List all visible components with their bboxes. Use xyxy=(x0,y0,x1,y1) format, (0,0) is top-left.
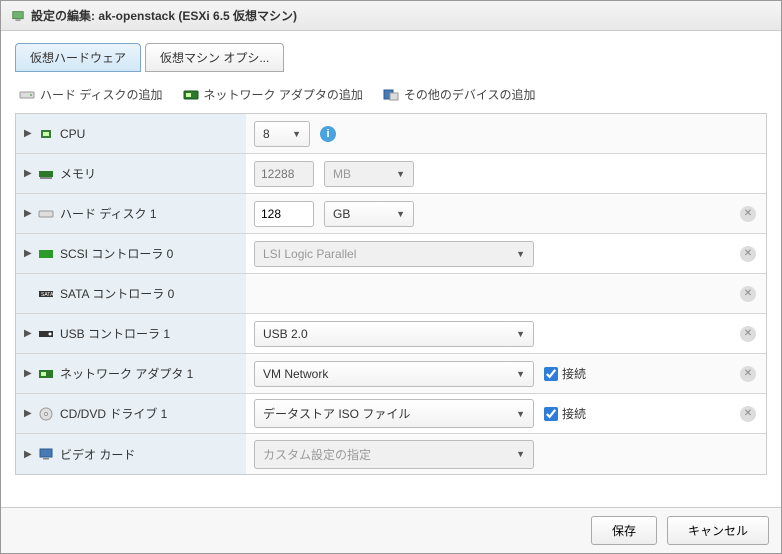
nic-icon xyxy=(38,367,54,381)
scsi-type-select[interactable]: LSI Logic Parallel▼ xyxy=(254,241,534,267)
sata-icon: SATA xyxy=(38,287,54,301)
disk-icon xyxy=(38,207,54,221)
cd-connect-checkbox[interactable]: 接続 xyxy=(544,405,586,422)
save-button[interactable]: 保存 xyxy=(591,516,657,545)
video-icon xyxy=(38,447,54,461)
memory-label: メモリ xyxy=(60,165,96,182)
remove-nic-button[interactable]: ✕ xyxy=(740,366,756,382)
svg-text:SATA: SATA xyxy=(41,292,54,298)
memory-unit-select[interactable]: MB▼ xyxy=(324,161,414,187)
usb-label: USB コントローラ 1 xyxy=(60,325,170,342)
disk-size-input[interactable] xyxy=(254,201,314,227)
cancel-button[interactable]: キャンセル xyxy=(667,516,769,545)
add-nic-label: ネットワーク アダプタの追加 xyxy=(204,86,363,103)
video-label: ビデオ カード xyxy=(60,446,135,463)
expand-usb[interactable]: ▶ xyxy=(24,328,32,339)
remove-cd-button[interactable]: ✕ xyxy=(740,406,756,422)
remove-scsi-button[interactable]: ✕ xyxy=(740,246,756,262)
usb-type-select[interactable]: USB 2.0▼ xyxy=(254,321,534,347)
cpu-icon xyxy=(38,127,54,141)
expand-cd[interactable]: ▶ xyxy=(24,408,32,419)
cpu-label: CPU xyxy=(60,127,85,141)
expand-cpu[interactable]: ▶ xyxy=(24,128,32,139)
expand-scsi[interactable]: ▶ xyxy=(24,248,32,259)
footer: 保存 キャンセル xyxy=(1,507,781,553)
nic-icon xyxy=(183,88,199,102)
expand-nic[interactable]: ▶ xyxy=(24,368,32,379)
cpu-select[interactable]: 8▼ xyxy=(254,121,310,147)
scsi-icon xyxy=(38,247,54,261)
remove-disk-button[interactable]: ✕ xyxy=(740,206,756,222)
other-device-icon xyxy=(383,88,399,102)
tab-hardware[interactable]: 仮想ハードウェア xyxy=(15,43,141,72)
disk-unit-select[interactable]: GB▼ xyxy=(324,201,414,227)
nic-connect-checkbox[interactable]: 接続 xyxy=(544,365,586,382)
tab-vm-options[interactable]: 仮想マシン オプシ... xyxy=(145,43,284,72)
expand-disk[interactable]: ▶ xyxy=(24,208,32,219)
video-select[interactable]: カスタム設定の指定▼ xyxy=(254,440,534,469)
memory-icon xyxy=(38,167,54,181)
usb-icon xyxy=(38,327,54,341)
memory-input xyxy=(254,161,314,187)
add-disk-button[interactable]: ハード ディスクの追加 xyxy=(19,86,163,103)
toolbar: ハード ディスクの追加 ネットワーク アダプタの追加 その他のデバイスの追加 xyxy=(15,78,767,113)
add-disk-label: ハード ディスクの追加 xyxy=(40,86,163,103)
nic-label: ネットワーク アダプタ 1 xyxy=(60,365,193,382)
cd-icon xyxy=(38,407,54,421)
expand-video[interactable]: ▶ xyxy=(24,449,32,460)
disk-label: ハード ディスク 1 xyxy=(60,205,157,222)
sata-label: SATA コントローラ 0 xyxy=(60,285,174,302)
remove-usb-button[interactable]: ✕ xyxy=(740,326,756,342)
remove-sata-button[interactable]: ✕ xyxy=(740,286,756,302)
vm-icon xyxy=(11,9,25,23)
cpu-info-icon[interactable]: i xyxy=(320,126,336,142)
tabs: 仮想ハードウェア 仮想マシン オプシ... xyxy=(15,43,767,72)
cd-label: CD/DVD ドライブ 1 xyxy=(60,405,167,422)
add-nic-button[interactable]: ネットワーク アダプタの追加 xyxy=(183,86,363,103)
titlebar: 設定の編集: ak-openstack (ESXi 6.5 仮想マシン) xyxy=(1,1,781,31)
scsi-label: SCSI コントローラ 0 xyxy=(60,245,173,262)
add-other-label: その他のデバイスの追加 xyxy=(404,86,536,103)
expand-memory[interactable]: ▶ xyxy=(24,168,32,179)
cd-source-select[interactable]: データストア ISO ファイル▼ xyxy=(254,399,534,428)
dialog-title: 設定の編集: ak-openstack (ESXi 6.5 仮想マシン) xyxy=(31,7,297,24)
disk-icon xyxy=(19,88,35,102)
hardware-table: ▶ CPU 8▼ i ▶ メモリ MB▼ xyxy=(15,113,767,475)
nic-network-select[interactable]: VM Network▼ xyxy=(254,361,534,387)
add-other-button[interactable]: その他のデバイスの追加 xyxy=(383,86,536,103)
